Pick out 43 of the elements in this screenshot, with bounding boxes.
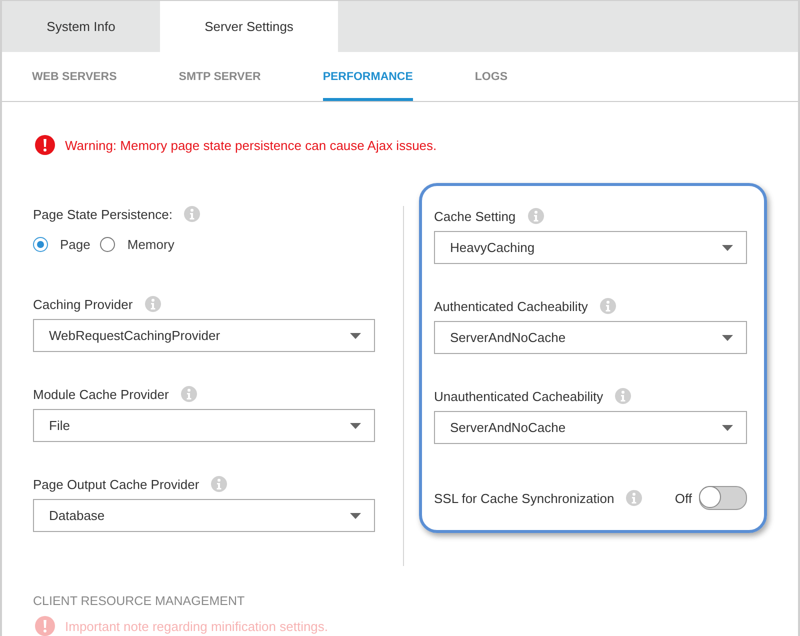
info-icon[interactable] <box>615 388 632 404</box>
info-icon[interactable] <box>184 206 200 222</box>
caret-icon <box>350 422 361 428</box>
note-message: Important note regarding minification settings. <box>65 618 328 634</box>
subtab[interactable]: LOGS <box>474 52 508 101</box>
info-icon[interactable] <box>528 208 544 224</box>
tab[interactable]: System Info <box>2 1 160 52</box>
dropdown[interactable]: ServerAndNoCache <box>434 321 747 354</box>
field-label: Cache Setting <box>434 208 516 224</box>
info-icon[interactable] <box>211 476 228 492</box>
dropdown[interactable]: File <box>33 409 375 442</box>
info-icon[interactable] <box>626 490 642 506</box>
info-icon[interactable] <box>600 298 616 314</box>
field-label: Page State Persistence: <box>33 206 172 222</box>
dropdown[interactable]: Database <box>33 499 375 532</box>
field-label: Module Cache Provider <box>33 386 169 402</box>
radio-option[interactable]: Page <box>33 237 90 252</box>
toggle-state: Off <box>674 490 692 506</box>
radio-option[interactable]: Memory <box>100 237 174 252</box>
alert-icon <box>35 135 55 155</box>
warning-message: Warning: Memory page state persistence can cause Ajax issues. <box>65 138 437 152</box>
tab[interactable]: Server Settings <box>160 1 338 52</box>
caret-icon <box>350 332 361 338</box>
caret-icon <box>722 244 733 250</box>
info-icon[interactable] <box>180 386 197 402</box>
caret-icon <box>350 512 361 518</box>
dropdown[interactable]: ServerAndNoCache <box>434 411 747 444</box>
field-label: Authenticated Cacheability <box>434 298 588 314</box>
dropdown[interactable]: HeavyCaching <box>434 231 747 264</box>
field-label: Unauthenticated Cacheability <box>434 388 604 404</box>
caret-icon <box>722 424 733 430</box>
section-heading: CLIENT RESOURCE MANAGEMENT <box>33 594 246 608</box>
field-label: Page Output Cache Provider <box>33 476 200 492</box>
field-label: SSL for Cache Synchronization <box>434 490 614 506</box>
dropdown[interactable]: WebRequestCachingProvider <box>33 319 375 352</box>
info-icon[interactable] <box>144 296 161 312</box>
subtab[interactable]: SMTP SERVER <box>178 52 261 101</box>
caret-icon <box>722 334 733 340</box>
field-label: Caching Provider <box>33 296 133 312</box>
subtab[interactable]: PERFORMANCE <box>322 52 413 101</box>
toggle-switch[interactable] <box>699 486 747 510</box>
alert-icon <box>35 616 55 636</box>
subtab[interactable]: WEB SERVERS <box>32 52 117 101</box>
